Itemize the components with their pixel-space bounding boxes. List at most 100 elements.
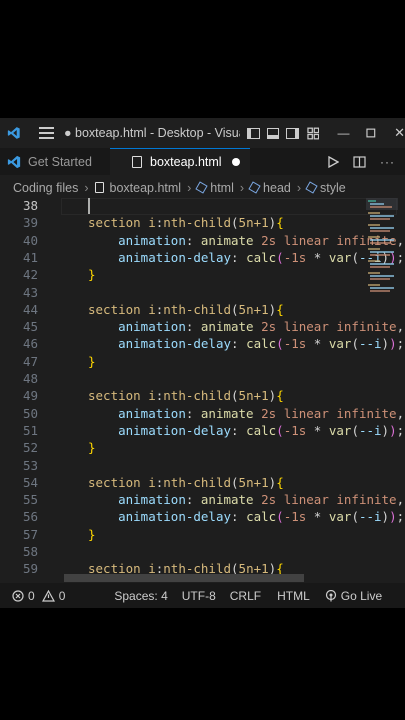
line-number: 60 xyxy=(0,579,38,580)
code-token: 2s linear infinite xyxy=(261,492,397,508)
unsaved-dot-icon[interactable] xyxy=(231,158,240,166)
encoding-indicator[interactable]: UTF-8 xyxy=(182,589,216,603)
minimize-icon[interactable]: — xyxy=(337,126,349,140)
code-token: --i xyxy=(358,336,382,352)
code-line[interactable]: 42} xyxy=(0,267,405,284)
more-actions-icon[interactable]: ··· xyxy=(380,155,395,169)
code-token: i xyxy=(148,474,156,490)
code-token: -1s xyxy=(283,249,307,265)
code-line[interactable]: 48 xyxy=(0,371,405,388)
breadcrumb-file[interactable]: boxteap.html xyxy=(110,181,182,195)
tab-boxteap-html[interactable]: boxteap.html xyxy=(110,148,250,175)
warning-icon xyxy=(41,589,55,602)
minimap[interactable] xyxy=(366,198,398,318)
code-token: * xyxy=(306,249,329,265)
code-line[interactable]: 56 animation-delay: calc(-1s * var(--i))… xyxy=(0,509,405,526)
chevron-right-icon: › xyxy=(84,180,89,195)
eol-indicator[interactable]: CRLF xyxy=(230,589,261,603)
error-count: 0 xyxy=(28,588,35,603)
code-line[interactable]: 40 animation: animate 2s linear infinite… xyxy=(0,233,405,250)
code-line[interactable]: 49 section i:nth-child(5n+1){ xyxy=(0,388,405,405)
tab-label: Get Started xyxy=(28,154,92,169)
code-line[interactable]: 54 section i:nth-child(5n+1){ xyxy=(0,475,405,492)
element-icon xyxy=(195,181,208,194)
code-editor[interactable]: 38 39 section i:nth-child(5n+1){40 animati… xyxy=(0,198,405,580)
code-token: nth-child xyxy=(163,301,232,317)
code-line[interactable]: 45 animation: animate 2s linear infinite… xyxy=(0,319,405,336)
breadcrumb-html[interactable]: html xyxy=(210,181,234,195)
code-token: ( xyxy=(231,301,239,317)
element-icon xyxy=(248,181,261,194)
breadcrumb-style[interactable]: style xyxy=(320,181,346,195)
code-token: i xyxy=(148,388,156,404)
line-number: 52 xyxy=(22,440,38,456)
menu-icon[interactable] xyxy=(38,127,54,139)
indentation-indicator[interactable]: Spaces: 4 xyxy=(114,589,167,603)
line-code: animation: animate 2s linear infinite, a… xyxy=(88,233,405,248)
toggle-sidebar-icon[interactable] xyxy=(246,127,260,139)
line-code: animation-delay: calc(-1s * var(--i)); xyxy=(88,509,404,524)
code-token: , an xyxy=(397,579,405,580)
code-token: i xyxy=(148,215,156,231)
code-line[interactable]: 57} xyxy=(0,527,405,544)
code-line[interactable]: 55 animation: animate 2s linear infinite… xyxy=(0,492,405,509)
code-token: animation-delay xyxy=(118,509,231,525)
code-line[interactable]: 44 section i:nth-child(5n+1){ xyxy=(0,302,405,319)
line-number: 39 xyxy=(22,215,38,231)
code-line[interactable]: 53 xyxy=(0,458,405,475)
text-cursor xyxy=(88,198,90,214)
code-token: * xyxy=(306,422,329,438)
code-token: : xyxy=(185,492,201,508)
line-code: animation: animate 2s linear infinite, a… xyxy=(88,492,405,507)
code-line[interactable]: 38 xyxy=(0,198,405,215)
code-line[interactable]: 41 animation-delay: calc(-1s * var(--i))… xyxy=(0,250,405,267)
line-number: 56 xyxy=(22,509,38,525)
code-token: nth-child xyxy=(163,215,232,231)
horizontal-scrollbar[interactable] xyxy=(64,574,304,582)
code-line[interactable]: 39 section i:nth-child(5n+1){ xyxy=(0,215,405,232)
code-token: * xyxy=(306,509,329,525)
code-line[interactable]: 58 xyxy=(0,544,405,561)
code-line[interactable]: 52} xyxy=(0,440,405,457)
customize-layout-icon[interactable] xyxy=(307,127,320,140)
tab-get-started[interactable]: Get Started xyxy=(0,148,110,175)
problems-indicator[interactable]: 0 0 xyxy=(12,589,65,603)
line-code: } xyxy=(88,527,96,542)
code-token: 5n+1 xyxy=(238,301,269,317)
line-number: 58 xyxy=(22,544,38,559)
run-icon[interactable] xyxy=(328,155,339,168)
code-line[interactable]: 47} xyxy=(0,354,405,371)
code-line[interactable]: 50 animation: animate 2s linear infinite… xyxy=(0,406,405,423)
code-token: ; xyxy=(396,336,405,352)
toggle-secondary-sidebar-icon[interactable] xyxy=(286,127,299,139)
code-token: { xyxy=(276,388,284,404)
file-icon xyxy=(132,156,142,168)
code-token: ) xyxy=(381,509,390,525)
toggle-panel-icon[interactable] xyxy=(266,127,280,139)
maximize-icon[interactable] xyxy=(366,128,376,138)
code-token: section xyxy=(88,474,149,490)
code-token: animate xyxy=(200,232,262,248)
line-code: animation: animate 2s linear infinite, a… xyxy=(88,319,405,334)
line-number: 50 xyxy=(22,405,38,421)
go-live-button[interactable]: Go Live xyxy=(325,589,382,603)
language-indicator[interactable]: HTML xyxy=(277,589,310,603)
code-line[interactable]: 43 xyxy=(0,285,405,302)
breadcrumb-folder[interactable]: Coding files xyxy=(13,181,78,195)
close-icon[interactable]: ✕ xyxy=(394,125,405,141)
code-token: ( xyxy=(231,388,239,404)
code-line[interactable]: 46 animation-delay: calc(-1s * var(--i))… xyxy=(0,336,405,353)
code-token: } xyxy=(88,353,96,369)
split-editor-icon[interactable] xyxy=(353,155,366,168)
error-icon xyxy=(12,589,24,602)
code-token: : xyxy=(231,509,247,525)
chevron-right-icon: › xyxy=(239,180,245,195)
code-line[interactable]: 51 animation-delay: calc(-1s * var(--i))… xyxy=(0,423,405,440)
line-number: 53 xyxy=(22,457,38,473)
breadcrumb-head[interactable]: head xyxy=(263,181,291,195)
code-token: ) xyxy=(389,336,397,352)
